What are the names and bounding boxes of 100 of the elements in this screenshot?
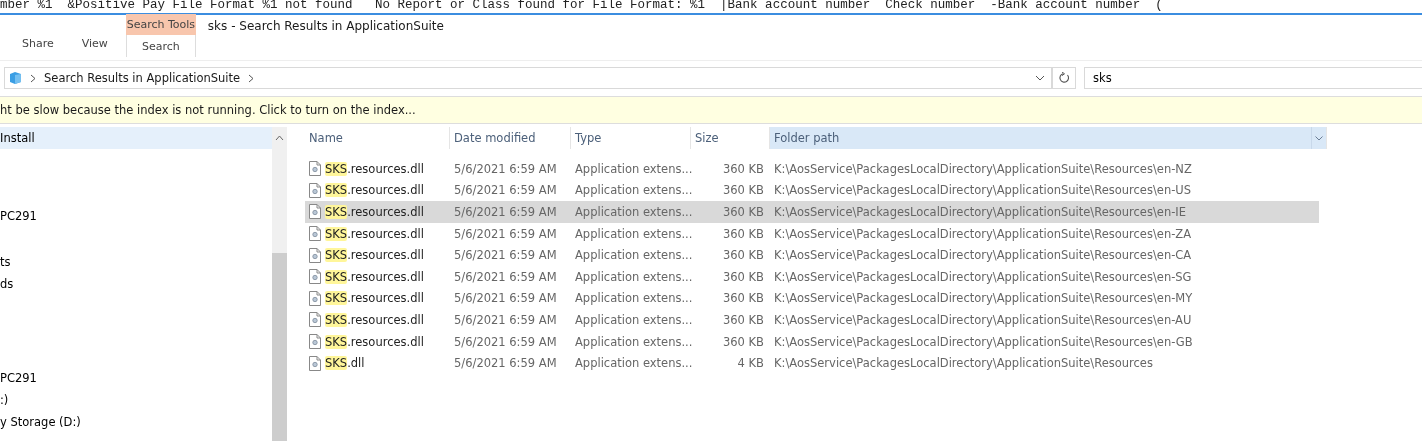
size-cell-text: 360 KB (721, 334, 765, 349)
path-cell-text: K:\AosService\PackagesLocalDirectory\ApplicationSuite\Resources (773, 356, 1153, 371)
file-row[interactable]: SKS.resources.dll 5/6/2021 6:59 AM Application extens... 360 KB K:\AosService\PackagesLocalDirectory\ApplicationSuite\Resources\en-SG (305, 265, 1422, 288)
type-cell-text: Application extens... (574, 356, 691, 371)
file-row[interactable]: SKS.resources.dll 5/6/2021 6:59 AM Application extens... 360 KB K:\AosService\PackagesLocalDirectory\ApplicationSuite\Resources\en-MY (305, 287, 1422, 310)
column-header[interactable]: Date modified (450, 127, 571, 149)
sidebar-item[interactable]: ts (0, 251, 272, 273)
address-bar[interactable]: Search Results in ApplicationSuite (4, 67, 1052, 89)
date-cell-text: 5/6/2021 6:59 AM (453, 226, 558, 241)
file-row[interactable]: SKS.resources.dll 5/6/2021 6:59 AM Application extens... 360 KB K:\AosService\PackagesLocalDirectory\ApplicationSuite\Resources\en-GB (305, 330, 1422, 353)
sidebar-item[interactable]: PC291 (0, 205, 272, 227)
path-cell-text: K:\AosService\PackagesLocalDirectory\ApplicationSuite\Resources\en-ZA (773, 226, 1192, 241)
date-cell-text: 5/6/2021 6:59 AM (453, 312, 558, 327)
size-cell-text: 360 KB (721, 312, 765, 327)
sidebar-item[interactable]: Install (0, 127, 272, 149)
file-icon (309, 161, 321, 177)
file-icon (309, 269, 321, 285)
file-icon (309, 355, 321, 371)
type-cell-text: Application extens... (574, 312, 691, 327)
ribbon-tab[interactable]: Search (125, 35, 196, 57)
file-name: SKS.resources.dll (325, 226, 424, 241)
file-name: SKS.dll (325, 356, 365, 371)
type-cell-text: Application extens... (574, 226, 691, 241)
file-row[interactable]: SKS.dll 5/6/2021 6:59 AM Application extens... 4 KB K:\AosService\PackagesLocalDirectory\ApplicationSuite\Resources (305, 352, 1422, 374)
file-name: SKS.resources.dll (325, 334, 424, 349)
path-cell-text: K:\AosService\PackagesLocalDirectory\ApplicationSuite\Resources\en-NZ (773, 161, 1192, 176)
file-row[interactable]: SKS.resources.dll 5/6/2021 6:59 AM Application extens... 360 KB K:\AosService\PackagesLocalDirectory\ApplicationSuite\Resources\en-NZ (305, 158, 1422, 180)
file-icon (309, 182, 321, 198)
path-cell-text: K:\AosService\PackagesLocalDirectory\ApplicationSuite\Resources\en-SG (773, 269, 1192, 284)
type-cell-text: Application extens... (574, 183, 691, 198)
file-name: SKS.resources.dll (325, 312, 424, 327)
date-cell-text: 5/6/2021 6:59 AM (453, 269, 558, 284)
path-cell-text: K:\AosService\PackagesLocalDirectory\ApplicationSuite\Resources\en-CA (773, 248, 1192, 263)
file-name: SKS.resources.dll (325, 269, 424, 284)
column-header[interactable]: Type (571, 127, 691, 149)
ribbon-tab[interactable]: Share (8, 35, 68, 57)
type-cell-text: Application extens... (574, 291, 691, 306)
file-row[interactable]: SKS.resources.dll 5/6/2021 6:59 AM Application extens... 360 KB K:\AosService\PackagesLocalDirectory\ApplicationSuite\Resources\en-US (305, 179, 1422, 202)
path-cell-text: K:\AosService\PackagesLocalDirectory\ApplicationSuite\Resources\en-MY (773, 291, 1193, 306)
date-cell-text: 5/6/2021 6:59 AM (453, 161, 558, 176)
file-name: SKS.resources.dll (325, 248, 424, 263)
type-cell-text: Application extens... (574, 161, 691, 176)
size-cell-text: 360 KB (721, 183, 765, 198)
file-row[interactable]: SKS.resources.dll 5/6/2021 6:59 AM Application extens... 360 KB K:\AosService\PackagesLocalDirectory\ApplicationSuite\Resources\en-IE (305, 201, 1319, 223)
file-row[interactable]: SKS.resources.dll 5/6/2021 6:59 AM Application extens... 360 KB K:\AosService\PackagesLocalDirectory\ApplicationSuite\Resources\en-ZA (305, 222, 1422, 245)
column-header[interactable]: Folder path (770, 127, 1327, 149)
file-icon (309, 334, 321, 350)
size-cell-text: 360 KB (721, 248, 765, 263)
file-row[interactable]: SKS.resources.dll 5/6/2021 6:59 AM Application extens... 360 KB K:\AosService\PackagesLocalDirectory\ApplicationSuite\Resources\en-CA (305, 244, 1422, 266)
size-cell-text: 360 KB (721, 226, 765, 241)
file-icon (309, 226, 321, 242)
column-label: Folder path (774, 131, 840, 145)
type-cell-text: Application extens... (574, 205, 691, 219)
path-cell-text: K:\AosService\PackagesLocalDirectory\ApplicationSuite\Resources\en-AU (773, 312, 1192, 327)
chevron-icon (248, 73, 255, 83)
file-row[interactable]: SKS.resources.dll 5/6/2021 6:59 AM Application extens... 360 KB K:\AosService\PackagesLocalDirectory\ApplicationSuite\Resources\en-AU (305, 309, 1422, 331)
column-header[interactable]: Name (305, 127, 450, 149)
dropdown-icon[interactable] (1035, 75, 1045, 81)
path-cell-text: K:\AosService\PackagesLocalDirectory\ApplicationSuite\Resources\en-IE (773, 205, 1186, 219)
info-message[interactable]: ht be slow because the index is not running. Click to turn on the index... (0, 103, 416, 117)
window-title: sks - Search Results in ApplicationSuite (207, 19, 444, 35)
file-name: SKS.resources.dll (325, 161, 424, 176)
sidebar-item[interactable]: y Storage (D:) (0, 411, 272, 433)
sidebar-item[interactable]: :) (0, 389, 272, 411)
file-icon (309, 290, 321, 306)
date-cell-text: 5/6/2021 6:59 AM (453, 291, 558, 306)
date-cell-text: 5/6/2021 6:59 AM (453, 248, 558, 263)
date-cell-text: 5/6/2021 6:59 AM (453, 356, 558, 371)
sidebar-item[interactable]: PC291 (0, 367, 272, 389)
refresh-button[interactable] (1052, 67, 1076, 89)
chevron-icon (30, 73, 36, 83)
size-cell-text: 360 KB (721, 269, 765, 284)
scroll-thumb[interactable] (272, 253, 287, 441)
scrollbar[interactable] (272, 127, 287, 441)
info-bar[interactable]: ht be slow because the index is not running. Click to turn on the index... (0, 96, 1422, 124)
date-cell-text: 5/6/2021 6:59 AM (453, 334, 558, 349)
file-icon (309, 247, 321, 263)
date-cell-text: 5/6/2021 6:59 AM (453, 205, 558, 219)
address-path: Search Results in ApplicationSuite (44, 71, 241, 85)
ribbon-tab[interactable]: View (67, 35, 122, 57)
context-tab-label: Search Tools (125, 14, 196, 35)
type-cell-text: Application extens... (574, 248, 691, 263)
file-name: SKS.resources.dll (325, 183, 424, 198)
size-cell-text: 360 KB (721, 205, 765, 219)
type-cell-text: Application extens... (574, 269, 691, 284)
file-name: SKS.resources.dll (325, 291, 424, 306)
size-cell-text: 360 KB (721, 161, 765, 176)
path-cell-text: K:\AosService\PackagesLocalDirectory\ApplicationSuite\Resources\en-US (773, 183, 1192, 198)
date-cell-text: 5/6/2021 6:59 AM (453, 183, 558, 198)
file-name: SKS.resources.dll (325, 205, 424, 219)
file-icon (309, 312, 321, 328)
scroll-up-icon[interactable] (275, 135, 284, 141)
sidebar-item[interactable]: ds (0, 273, 272, 295)
path-cell-text: K:\AosService\PackagesLocalDirectory\ApplicationSuite\Resources\en-GB (773, 334, 1193, 349)
location-icon (9, 71, 22, 85)
refresh-icon (1058, 72, 1070, 84)
search-field[interactable]: sks (1084, 67, 1422, 89)
type-cell-text: Application extens... (574, 334, 691, 349)
size-cell-text: 4 KB (736, 356, 765, 371)
file-icon (309, 204, 321, 220)
